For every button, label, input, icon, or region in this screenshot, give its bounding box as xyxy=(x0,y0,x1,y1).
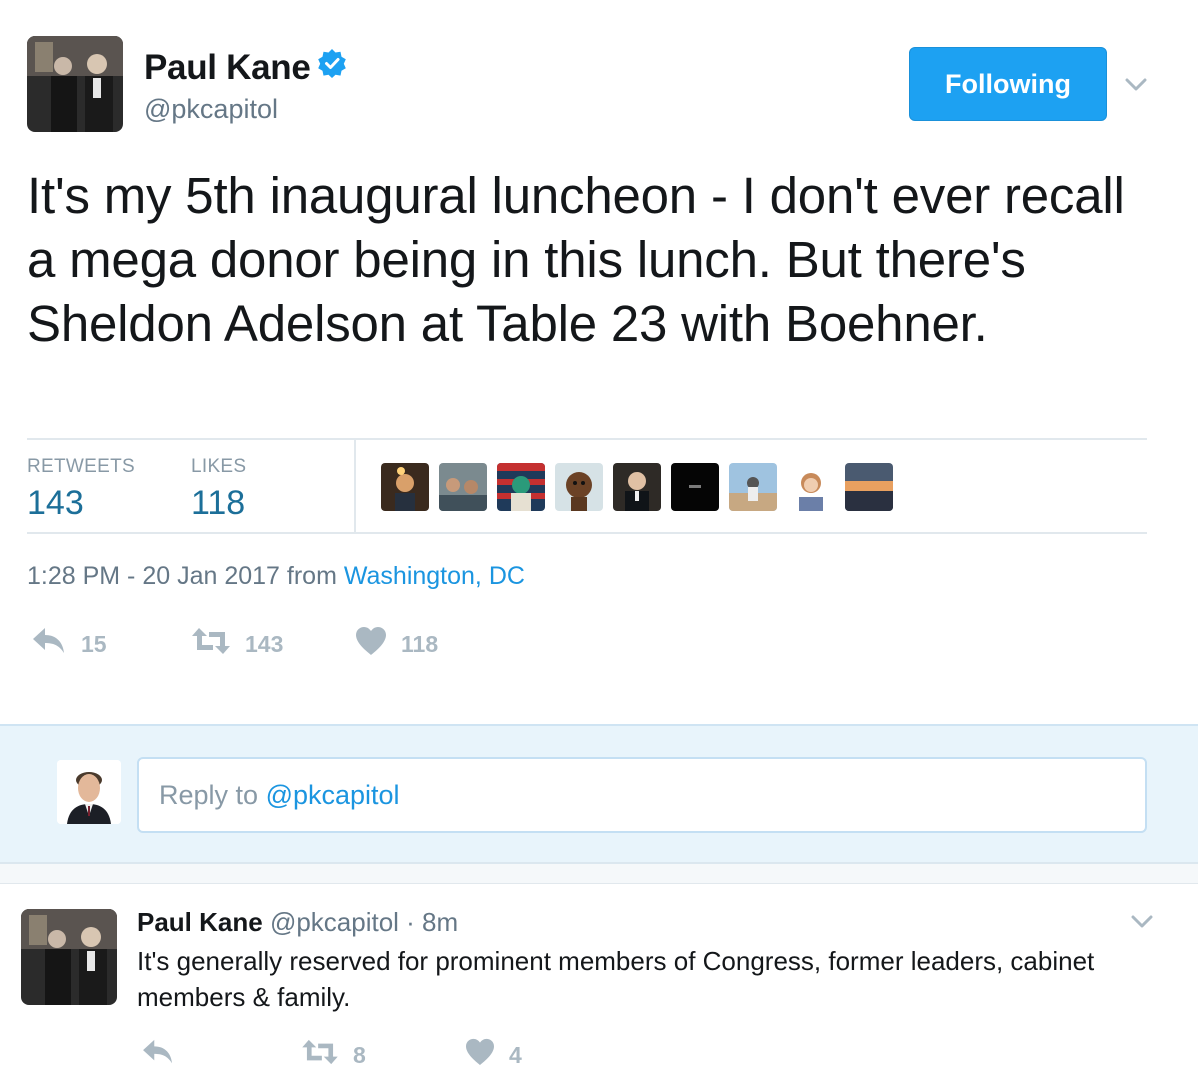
retweets-count: 143 xyxy=(27,484,84,522)
liker-avatar[interactable] xyxy=(845,463,893,511)
liker-avatar[interactable] xyxy=(497,463,545,511)
liker-avatar[interactable] xyxy=(381,463,429,511)
like-count: 118 xyxy=(401,630,439,657)
liker-avatar[interactable] xyxy=(613,463,661,511)
liker-avatar[interactable] xyxy=(729,463,777,511)
likes-count: 118 xyxy=(191,484,246,522)
heart-icon xyxy=(465,1038,509,1072)
retweet-count: 143 xyxy=(245,630,284,657)
like-action[interactable]: 4 xyxy=(465,1035,522,1075)
reply-placeholder-mention: @pkcapitol xyxy=(265,779,400,810)
reply-action[interactable] xyxy=(141,1035,189,1075)
author-name-text[interactable]: Paul Kane xyxy=(144,48,311,87)
retweet-icon xyxy=(301,1038,353,1072)
liker-avatar[interactable] xyxy=(439,463,487,511)
retweet-action[interactable]: 143 xyxy=(191,622,283,666)
chevron-down-icon[interactable] xyxy=(1122,70,1150,98)
main-tweet: Paul Kane @pkcapitol Following It's my 5… xyxy=(0,0,1198,724)
reply-count: 15 xyxy=(81,630,107,657)
tweet-timestamp: 1:28 PM - 20 Jan 2017 from Washington, D… xyxy=(27,562,525,591)
following-button[interactable]: Following xyxy=(909,47,1107,121)
author-handle[interactable]: @pkcapitol xyxy=(144,94,278,125)
current-user-avatar xyxy=(57,760,121,824)
retweet-icon xyxy=(191,626,245,662)
location-link[interactable]: Washington, DC xyxy=(344,562,525,590)
likes-stat[interactable]: LIKES 118 xyxy=(191,456,246,523)
retweets-stat[interactable]: RETWEETS 143 xyxy=(27,456,135,523)
reply-header: Paul Kane @pkcapitol · 8m xyxy=(137,907,458,938)
like-action[interactable]: 118 xyxy=(355,622,438,666)
reply-author-avatar[interactable] xyxy=(21,909,117,1005)
reply-text: It's generally reserved for prominent me… xyxy=(137,946,1095,1012)
verified-badge-icon xyxy=(317,47,347,87)
retweet-action[interactable]: 8 xyxy=(301,1035,366,1075)
heart-icon xyxy=(355,626,401,662)
reply-composer: Reply to @pkcapitol xyxy=(0,724,1198,864)
tweet-text: It's my 5th inaugural luncheon - I don't… xyxy=(27,167,1125,352)
stats-divider xyxy=(354,440,356,534)
reply-author-name[interactable]: Paul Kane xyxy=(137,907,263,937)
reply-input[interactable]: Reply to @pkcapitol xyxy=(137,757,1147,833)
liker-avatar[interactable] xyxy=(555,463,603,511)
reply-icon xyxy=(31,626,81,662)
reply-placeholder-prefix: Reply to xyxy=(159,779,266,810)
liker-avatar[interactable] xyxy=(671,463,719,511)
like-count: 4 xyxy=(509,1041,522,1068)
reply-tweet[interactable]: Paul Kane @pkcapitol · 8m It's generally… xyxy=(0,885,1198,1080)
retweet-count: 8 xyxy=(353,1041,366,1068)
chevron-down-icon[interactable] xyxy=(1128,907,1156,935)
liker-avatar[interactable] xyxy=(787,463,835,511)
timestamp-text[interactable]: 1:28 PM - 20 Jan 2017 from xyxy=(27,562,344,590)
author-avatar[interactable] xyxy=(27,36,123,132)
reply-action[interactable]: 15 xyxy=(31,622,107,666)
likes-label: LIKES xyxy=(191,456,247,477)
reply-icon xyxy=(141,1038,189,1072)
section-gap xyxy=(0,864,1198,884)
retweets-label: RETWEETS xyxy=(27,456,135,477)
reply-author-meta[interactable]: @pkcapitol · 8m xyxy=(263,907,458,937)
likers-avatars xyxy=(381,463,903,511)
tweet-stats: RETWEETS 143 LIKES 118 xyxy=(27,438,1147,534)
author-name[interactable]: Paul Kane xyxy=(144,48,347,90)
